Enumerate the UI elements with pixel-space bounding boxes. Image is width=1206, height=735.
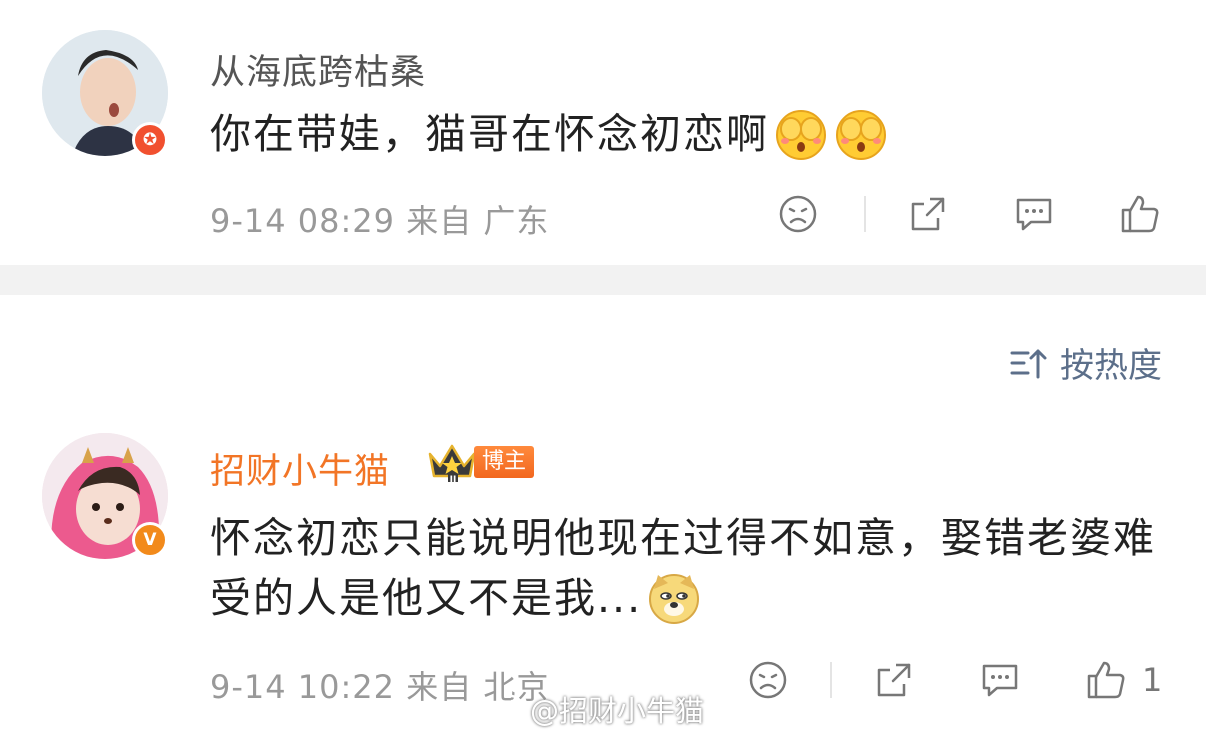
sort-label: 按热度 [1060, 346, 1162, 386]
comment-item: V 招财小牛猫 II 博主 怀念初恋只能说明他现在过得不如意，娶错老婆难受的人是… [0, 400, 1206, 735]
thumbs-up-icon [1087, 661, 1125, 699]
username[interactable]: 从海底跨枯桑 [210, 44, 426, 95]
comment-meta: 9-14 08:29 来自 广东 [210, 202, 550, 240]
like-button[interactable] [1084, 658, 1128, 702]
sad-face-icon [749, 661, 787, 699]
like-button[interactable] [1118, 192, 1162, 236]
share-button[interactable] [872, 658, 916, 702]
blogger-tag: 博主 [474, 446, 535, 478]
verified-badge: V [132, 522, 168, 558]
reply-button[interactable] [978, 658, 1022, 702]
comment-item: ✪ 从海底跨枯桑 你在带娃，猫哥在怀念初恋啊 9-14 08:29 来自 广东 [0, 0, 1206, 265]
section-separator [0, 265, 1206, 295]
sort-icon [1010, 349, 1047, 378]
comment-icon [982, 664, 1018, 697]
svg-text:II: II [450, 475, 457, 484]
share-icon [911, 197, 945, 231]
cover-eyes-emoji [776, 110, 826, 160]
cover-eyes-emoji [836, 110, 886, 160]
watermark-text: @招财小牛猫 [530, 694, 705, 728]
comment-text: 怀念初恋只能说明他现在过得不如意，娶错老婆难受的人是他又不是我... [210, 508, 1170, 628]
share-button[interactable] [906, 192, 950, 236]
comment-icon [1016, 198, 1052, 231]
watermark: @招财小牛猫 [484, 688, 704, 730]
username[interactable]: 招财小牛猫 [210, 443, 390, 494]
reply-button[interactable] [1012, 192, 1056, 236]
comment-actions [776, 192, 1162, 236]
crown-icon: II [428, 444, 476, 484]
like-count: 1 [1142, 661, 1163, 699]
verified-badge: ✪ [132, 122, 168, 158]
dislike-button[interactable] [776, 192, 820, 236]
divider [864, 196, 866, 232]
dislike-button[interactable] [746, 658, 790, 702]
comment-actions: 1 [746, 658, 1162, 702]
comment-text-content: 你在带娃，猫哥在怀念初恋啊 [210, 110, 769, 158]
doge-emoji [649, 574, 700, 624]
sad-face-icon [779, 195, 817, 233]
weibo-logo-icon [485, 694, 524, 725]
thumbs-up-icon [1121, 195, 1159, 233]
share-icon [877, 663, 911, 697]
sort-toggle[interactable]: 按热度 [1008, 338, 1162, 387]
comment-text: 你在带娃，猫哥在怀念初恋啊 [210, 104, 889, 164]
divider [830, 662, 832, 698]
comments-page: ✪ 从海底跨枯桑 你在带娃，猫哥在怀念初恋啊 9-14 08:29 来自 广东 [0, 0, 1206, 735]
